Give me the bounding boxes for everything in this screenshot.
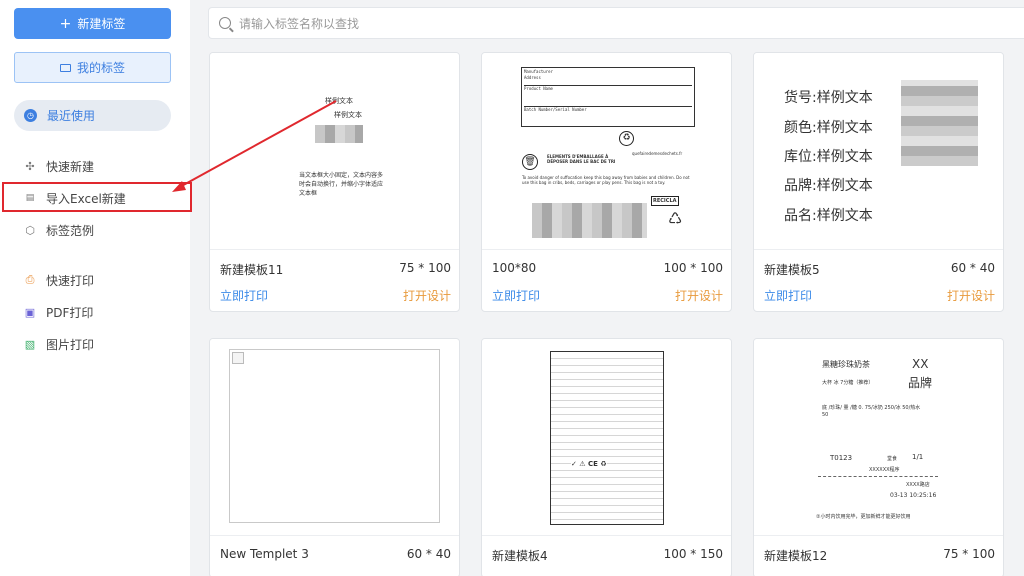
template-name: 新建模板11 bbox=[220, 263, 284, 277]
app-window: + 新建标签 我的标签 ◷ 最近使用 ✣ 快速新建 ▤ 导入Excel新建 ⬡ … bbox=[0, 0, 1024, 576]
template-name: 新建模板4 bbox=[492, 549, 548, 563]
template-card[interactable]: ✓ ⚠ CE ♻ 新建模板4 100 * 150 bbox=[481, 338, 732, 576]
label-preview-document: ✓ ⚠ CE ♻ bbox=[550, 351, 664, 525]
template-name: New Templet 3 bbox=[220, 547, 309, 561]
dashed-divider bbox=[818, 476, 938, 477]
template-size: 75 * 100 bbox=[399, 261, 451, 275]
image-icon: ▧ bbox=[24, 337, 36, 351]
sidebar: + 新建标签 我的标签 ◷ 最近使用 ✣ 快速新建 ▤ 导入Excel新建 ⬡ … bbox=[0, 0, 192, 576]
open-design-link[interactable]: 打开设计 bbox=[947, 287, 995, 307]
person-bin-icon: ♺ bbox=[668, 209, 683, 228]
print-now-link[interactable]: 立即打印 bbox=[764, 287, 812, 307]
plus-icon: + bbox=[59, 15, 72, 32]
folder-icon bbox=[59, 63, 71, 72]
blurred-qr-code bbox=[901, 80, 978, 166]
blurred-barcode bbox=[532, 203, 647, 238]
template-preview: 样例文本 样例文本 当文本框大小固定，文本内容多时会自动换行，并缩小字体适应文本… bbox=[210, 53, 459, 250]
print-now-link[interactable]: 立即打印 bbox=[220, 287, 268, 307]
sparkle-icon: ✣ bbox=[25, 159, 35, 173]
template-name: 新建模板12 bbox=[764, 549, 828, 563]
template-card[interactable]: 样例文本 样例文本 当文本框大小固定，文本内容多时会自动换行，并缩小字体适应文本… bbox=[209, 52, 460, 312]
template-name: 100*80 bbox=[492, 261, 537, 275]
printer-icon: ⎙ bbox=[25, 273, 35, 286]
bin-icon: 🗑 bbox=[522, 154, 538, 170]
template-card[interactable]: 货号:样例文本 颜色:样例文本 库位:样例文本 品牌:样例文本 品名:样例文本 … bbox=[753, 52, 1004, 312]
template-preview: 货号:样例文本 颜色:样例文本 库位:样例文本 品牌:样例文本 品名:样例文本 bbox=[754, 53, 1003, 250]
ce-mark-icons: ✓ ⚠ CE ♻ bbox=[571, 460, 607, 468]
template-preview: 黑糖珍珠奶茶 XX 品牌 大杯 冰 7分糖（推荐） 底 /珍珠/ 量 /糖 0.… bbox=[754, 339, 1003, 536]
template-name: 新建模板5 bbox=[764, 263, 820, 277]
template-preview: ✓ ⚠ CE ♻ bbox=[482, 339, 731, 536]
sidebar-item-recent[interactable]: ◷ 最近使用 bbox=[14, 100, 171, 131]
template-card[interactable]: New Templet 3 60 * 40 bbox=[209, 338, 460, 576]
sidebar-item-image-print[interactable]: ▧ 图片打印 bbox=[0, 330, 190, 358]
search-input[interactable]: 请输入标签名称以查找 bbox=[208, 7, 1024, 39]
print-now-link[interactable]: 立即打印 bbox=[492, 287, 540, 307]
open-design-link[interactable]: 打开设计 bbox=[675, 287, 723, 307]
open-design-link[interactable]: 打开设计 bbox=[403, 287, 451, 307]
template-card[interactable]: 黑糖珍珠奶茶 XX 品牌 大杯 冰 7分糖（推荐） 底 /珍珠/ 量 /糖 0.… bbox=[753, 338, 1004, 576]
template-card[interactable]: Manufacturer Address Product Name Batch … bbox=[481, 52, 732, 312]
template-size: 75 * 100 bbox=[943, 547, 995, 561]
box-icon: ⬡ bbox=[25, 223, 35, 237]
search-icon bbox=[219, 17, 231, 29]
broken-image-icon bbox=[232, 352, 244, 364]
template-preview bbox=[210, 339, 459, 536]
sidebar-item-pdf-print[interactable]: ▣ PDF打印 bbox=[0, 298, 190, 326]
template-size: 100 * 150 bbox=[663, 547, 723, 561]
new-label-button[interactable]: + 新建标签 bbox=[14, 8, 171, 39]
template-size: 60 * 40 bbox=[406, 547, 451, 561]
recycle-icon: ♻ bbox=[619, 131, 634, 146]
annotation-highlight-box bbox=[2, 182, 192, 212]
pdf-icon: ▣ bbox=[24, 305, 36, 319]
clock-icon: ◷ bbox=[24, 109, 37, 122]
template-size: 100 * 100 bbox=[663, 261, 723, 275]
sidebar-item-quick-new[interactable]: ✣ 快速新建 bbox=[0, 152, 190, 180]
template-preview: Manufacturer Address Product Name Batch … bbox=[482, 53, 731, 250]
template-size: 60 * 40 bbox=[950, 261, 995, 275]
my-labels-button[interactable]: 我的标签 bbox=[14, 52, 171, 83]
blurred-barcode bbox=[315, 125, 363, 143]
sidebar-item-quick-print[interactable]: ⎙ 快速打印 bbox=[0, 266, 190, 294]
sidebar-item-examples[interactable]: ⬡ 标签范例 bbox=[0, 216, 190, 244]
broken-image-placeholder bbox=[229, 349, 440, 523]
